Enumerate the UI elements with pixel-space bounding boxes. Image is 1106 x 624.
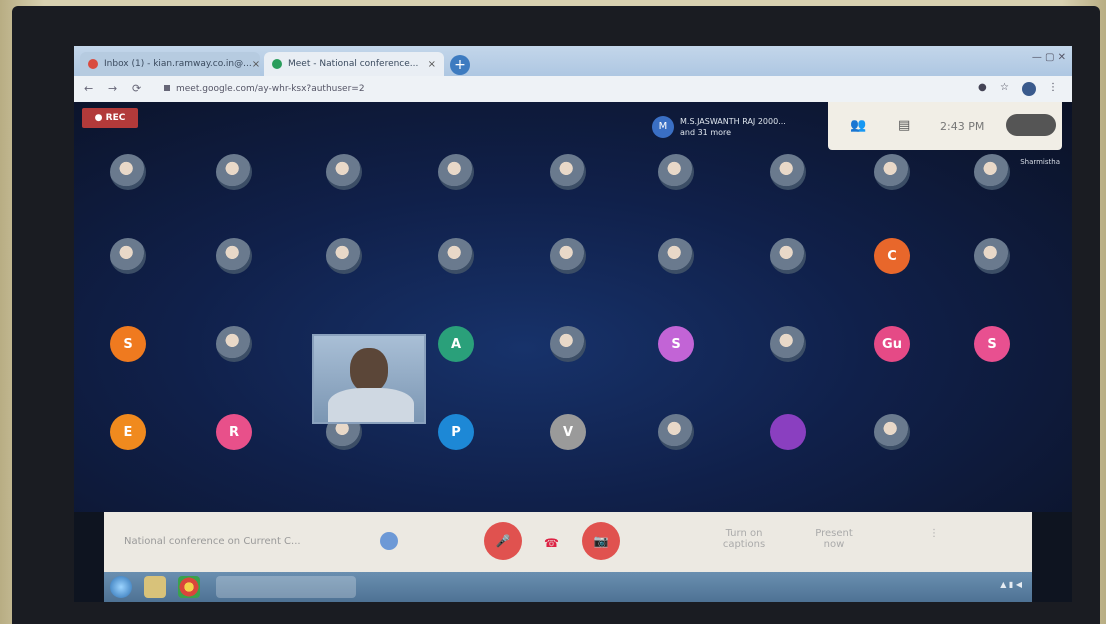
participant-tile[interactable]: S: [658, 326, 694, 362]
meeting-name[interactable]: National conference on Current C...: [124, 536, 301, 547]
participant-tile[interactable]: [874, 154, 910, 190]
participant-tile[interactable]: [770, 414, 806, 450]
close-icon[interactable]: ×: [252, 59, 260, 70]
laptop-screen: Inbox (1) - kian.ramway.co.in@... × Meet…: [74, 46, 1072, 602]
participant-tile[interactable]: [658, 238, 694, 274]
participant-tile[interactable]: [770, 326, 806, 362]
profile-icon[interactable]: [1022, 82, 1036, 96]
shield-icon[interactable]: [380, 532, 398, 550]
participant-tile[interactable]: [216, 238, 252, 274]
self-avatars[interactable]: [1006, 114, 1056, 136]
presenter-more: and 31 more: [680, 128, 732, 137]
laptop-bezel: Inbox (1) - kian.ramway.co.in@... × Meet…: [12, 6, 1100, 624]
participant-tile[interactable]: [110, 154, 146, 190]
participant-tile[interactable]: P: [438, 414, 474, 450]
tab-gmail[interactable]: Inbox (1) - kian.ramway.co.in@... ×: [80, 52, 260, 76]
forward-icon[interactable]: →: [108, 82, 117, 95]
window-controls[interactable]: — ▢ ✕: [1032, 52, 1066, 63]
recording-badge: ● REC: [82, 108, 138, 128]
participant-tile[interactable]: A: [438, 326, 474, 362]
people-icon[interactable]: 👥: [850, 118, 866, 133]
clock: 2:43 PM: [940, 120, 985, 133]
participant-tile[interactable]: [438, 154, 474, 190]
video-person-head: [350, 348, 388, 392]
participant-tile[interactable]: S: [110, 326, 146, 362]
participant-tile[interactable]: [770, 238, 806, 274]
tab-label: Meet - National conference...: [288, 59, 419, 69]
meet-bottom-bar: National conference on Current C... 🎤 ☎ …: [104, 512, 1032, 572]
video-person-body: [328, 388, 414, 422]
participant-tile[interactable]: [438, 238, 474, 274]
lock-icon: [164, 85, 170, 91]
participant-tile[interactable]: Gu: [874, 326, 910, 362]
present-button[interactable]: Present now: [804, 528, 864, 550]
url-text: meet.google.com/ay-whr-ksx?authuser=2: [176, 84, 365, 94]
back-icon[interactable]: ←: [84, 82, 93, 95]
gmail-icon: [88, 59, 98, 69]
tray-clock: ▲ ▮ ◀: [1000, 580, 1022, 589]
participant-tile[interactable]: R: [216, 414, 252, 450]
camera-indicator-icon[interactable]: ●: [978, 82, 987, 93]
participant-tile[interactable]: [658, 414, 694, 450]
folder-icon[interactable]: [144, 576, 166, 598]
participant-tile[interactable]: [658, 154, 694, 190]
tab-meet[interactable]: Meet - National conference... ×: [264, 52, 444, 76]
new-tab-button[interactable]: +: [450, 55, 470, 75]
tab-label: Inbox (1) - kian.ramway.co.in@...: [104, 59, 252, 69]
mic-off-button[interactable]: 🎤: [484, 522, 522, 560]
participant-tile[interactable]: [874, 414, 910, 450]
participant-tile[interactable]: [326, 154, 362, 190]
camera-icon: 📷: [593, 534, 609, 548]
menu-icon[interactable]: ⋮: [1048, 82, 1058, 93]
os-taskbar: ▲ ▮ ◀: [104, 572, 1032, 602]
participant-tile[interactable]: [974, 238, 1010, 274]
participant-tile[interactable]: [216, 326, 252, 362]
url-field[interactable]: meet.google.com/ay-whr-ksx?authuser=2: [164, 81, 924, 97]
end-call-button[interactable]: ☎: [544, 536, 559, 550]
start-icon[interactable]: [110, 576, 132, 598]
chrome-icon[interactable]: [178, 576, 200, 598]
mic-icon: 🎤: [495, 534, 511, 548]
more-options-icon[interactable]: ⋮: [904, 528, 964, 539]
participant-tile[interactable]: [550, 238, 586, 274]
camera-off-button[interactable]: 📷: [582, 522, 620, 560]
presenter-avatar: M: [652, 116, 674, 138]
participant-tile[interactable]: [550, 154, 586, 190]
participant-video[interactable]: [312, 334, 426, 424]
chat-icon[interactable]: ▤: [898, 118, 910, 133]
participant-tile[interactable]: [326, 238, 362, 274]
participant-tile[interactable]: E: [110, 414, 146, 450]
participant-tile[interactable]: [110, 238, 146, 274]
address-bar: ← → ⟳ meet.google.com/ay-whr-ksx?authuse…: [74, 76, 1072, 103]
participant-tile[interactable]: V: [550, 414, 586, 450]
meet-icon: [272, 59, 282, 69]
participant-tile[interactable]: C: [874, 238, 910, 274]
presenter-chip[interactable]: M M.S.JASWANTH RAJ 2000... and 31 more: [652, 114, 820, 146]
meet-grid-area: ● REC M M.S.JASWANTH RAJ 2000... and 31 …: [74, 102, 1072, 512]
presenter-name: M.S.JASWANTH RAJ 2000...: [680, 117, 786, 126]
reload-icon[interactable]: ⟳: [132, 82, 141, 95]
taskbar-window[interactable]: [216, 576, 356, 598]
participant-tile[interactable]: [770, 154, 806, 190]
self-name-label: Sharmistha: [1020, 158, 1060, 166]
top-controls: 👥 ▤ 2:43 PM: [828, 102, 1062, 150]
participant-tile[interactable]: [216, 154, 252, 190]
participant-tile[interactable]: [974, 154, 1010, 190]
participant-tile[interactable]: [550, 326, 586, 362]
participant-tile[interactable]: S: [974, 326, 1010, 362]
star-icon[interactable]: ☆: [1000, 82, 1009, 93]
close-icon[interactable]: ×: [428, 59, 436, 70]
browser-tab-bar: Inbox (1) - kian.ramway.co.in@... × Meet…: [74, 46, 1072, 76]
captions-button[interactable]: Turn on captions: [714, 528, 774, 550]
